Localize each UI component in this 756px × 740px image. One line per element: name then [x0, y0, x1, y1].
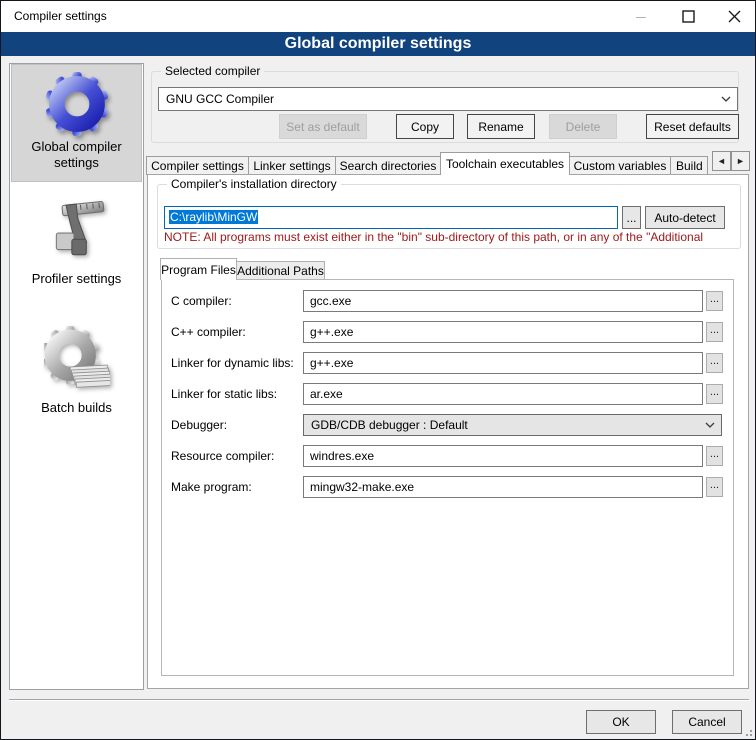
button-label: Delete: [566, 120, 601, 134]
sidebar: Global compiler settings: [9, 63, 144, 690]
c-compiler-input[interactable]: gcc.exe: [303, 290, 703, 312]
maximize-icon: [682, 10, 695, 23]
sidebar-item-profiler-settings[interactable]: Profiler settings: [11, 187, 142, 295]
installation-directory-input[interactable]: C:\raylib\MinGW: [164, 206, 618, 229]
button-label: Copy: [411, 120, 439, 134]
arrow-right-icon: ►: [736, 156, 745, 166]
form-row: Debugger: GDB/CDB debugger : Default: [1, 414, 756, 436]
dynamic-linker-input[interactable]: g++.exe: [303, 352, 703, 374]
tab-scroll-right-button[interactable]: ►: [731, 151, 750, 171]
directory-browse-button[interactable]: ...: [622, 206, 641, 229]
selected-text: C:\raylib\MinGW: [169, 210, 258, 224]
minimize-button[interactable]: [618, 1, 664, 32]
titlebar[interactable]: Compiler settings: [1, 1, 755, 32]
arrow-left-icon: ◄: [717, 156, 726, 166]
tab-label: Build: [676, 159, 703, 173]
set-as-default-button[interactable]: Set as default: [279, 114, 367, 139]
form-row: Linker for dynamic libs: g++.exe ...: [1, 352, 756, 374]
combobox-value: GDB/CDB debugger : Default: [304, 418, 699, 432]
button-label: ...: [626, 211, 636, 225]
browse-button[interactable]: ...: [706, 353, 723, 373]
chevron-down-icon: [699, 422, 721, 428]
field-label: Linker for dynamic libs:: [171, 352, 301, 374]
subtab-additional-paths[interactable]: Additional Paths: [236, 261, 325, 280]
sidebar-item-label: Global compiler settings: [21, 139, 133, 171]
browse-button[interactable]: ...: [706, 291, 723, 311]
button-label: Reset defaults: [654, 120, 731, 134]
rename-button[interactable]: Rename: [467, 114, 535, 139]
form-row: Linker for static libs: ar.exe ...: [1, 383, 756, 405]
browse-button[interactable]: ...: [706, 477, 723, 497]
window-title: Compiler settings: [14, 1, 107, 32]
tab-label: Custom variables: [574, 159, 667, 173]
field-label: C compiler:: [171, 290, 301, 312]
button-label: OK: [612, 715, 629, 729]
browse-button[interactable]: ...: [706, 384, 723, 404]
field-label: Make program:: [171, 476, 301, 498]
maximize-button[interactable]: [665, 1, 711, 32]
tab-search-directories[interactable]: Search directories: [335, 156, 441, 175]
close-button[interactable]: [711, 1, 756, 32]
delete-button[interactable]: Delete: [549, 114, 617, 139]
field-label: C++ compiler:: [171, 321, 301, 343]
resource-compiler-input[interactable]: windres.exe: [303, 445, 703, 467]
button-label: Rename: [478, 120, 523, 134]
tab-build-options[interactable]: Build: [670, 156, 708, 175]
tab-label: Linker settings: [253, 159, 330, 173]
note-text: NOTE: All programs must exist either in …: [164, 230, 742, 244]
form-row: Make program: mingw32-make.exe ...: [1, 476, 756, 498]
minimize-icon: [635, 11, 647, 23]
tab-linker-settings[interactable]: Linker settings: [248, 156, 336, 175]
tab-label: Additional Paths: [237, 264, 324, 278]
field-label: Debugger:: [171, 414, 301, 436]
blue-gear-icon: [44, 71, 110, 137]
button-label: Cancel: [688, 715, 725, 729]
tab-label: Toolchain executables: [446, 157, 564, 171]
cancel-button[interactable]: Cancel: [672, 710, 742, 734]
auto-detect-button[interactable]: Auto-detect: [645, 206, 725, 229]
footer-divider: [9, 699, 749, 701]
field-label: Linker for static libs:: [171, 383, 301, 405]
tab-custom-variables[interactable]: Custom variables: [569, 156, 671, 175]
tab-toolchain-executables[interactable]: Toolchain executables: [440, 152, 570, 175]
sidebar-item-global-compiler-settings[interactable]: Global compiler settings: [11, 64, 142, 182]
copy-button[interactable]: Copy: [396, 114, 454, 139]
page-title: Global compiler settings: [1, 32, 755, 56]
subtab-program-files[interactable]: Program Files: [160, 258, 237, 280]
tabstrip: Compiler settings Linker settings Search…: [147, 152, 713, 175]
button-label: Auto-detect: [654, 211, 715, 225]
form-row: C++ compiler: g++.exe ...: [1, 321, 756, 343]
tab-scroll-left-button[interactable]: ◄: [712, 151, 731, 171]
group-label: Compiler's installation directory: [167, 177, 341, 191]
button-label: Set as default: [286, 120, 359, 134]
reset-defaults-button[interactable]: Reset defaults: [646, 114, 739, 139]
tab-label: Search directories: [340, 159, 437, 173]
subtab-strip: Program Files Additional Paths: [161, 258, 461, 280]
combobox-value: GNU GCC Compiler: [159, 92, 715, 106]
group-label: Selected compiler: [161, 64, 264, 78]
static-linker-input[interactable]: ar.exe: [303, 383, 703, 405]
caliper-icon: [44, 193, 110, 269]
tab-compiler-settings[interactable]: Compiler settings: [146, 156, 249, 175]
tab-label: Compiler settings: [151, 159, 244, 173]
make-program-input[interactable]: mingw32-make.exe: [303, 476, 703, 498]
field-label: Resource compiler:: [171, 445, 301, 467]
browse-button[interactable]: ...: [706, 446, 723, 466]
cpp-compiler-input[interactable]: g++.exe: [303, 321, 703, 343]
ok-button[interactable]: OK: [586, 710, 656, 734]
chevron-down-icon: [715, 96, 737, 102]
compiler-settings-dialog: Compiler settings Global compiler settin…: [0, 0, 756, 740]
selected-compiler-combobox[interactable]: GNU GCC Compiler: [158, 87, 738, 111]
form-row: C compiler: gcc.exe ...: [1, 290, 756, 312]
browse-button[interactable]: ...: [706, 322, 723, 342]
tab-label: Program Files: [161, 263, 236, 277]
form-row: Resource compiler: windres.exe ...: [1, 445, 756, 467]
sidebar-item-label: Profiler settings: [21, 271, 133, 287]
close-icon: [728, 10, 741, 23]
debugger-select[interactable]: GDB/CDB debugger : Default: [303, 414, 722, 436]
